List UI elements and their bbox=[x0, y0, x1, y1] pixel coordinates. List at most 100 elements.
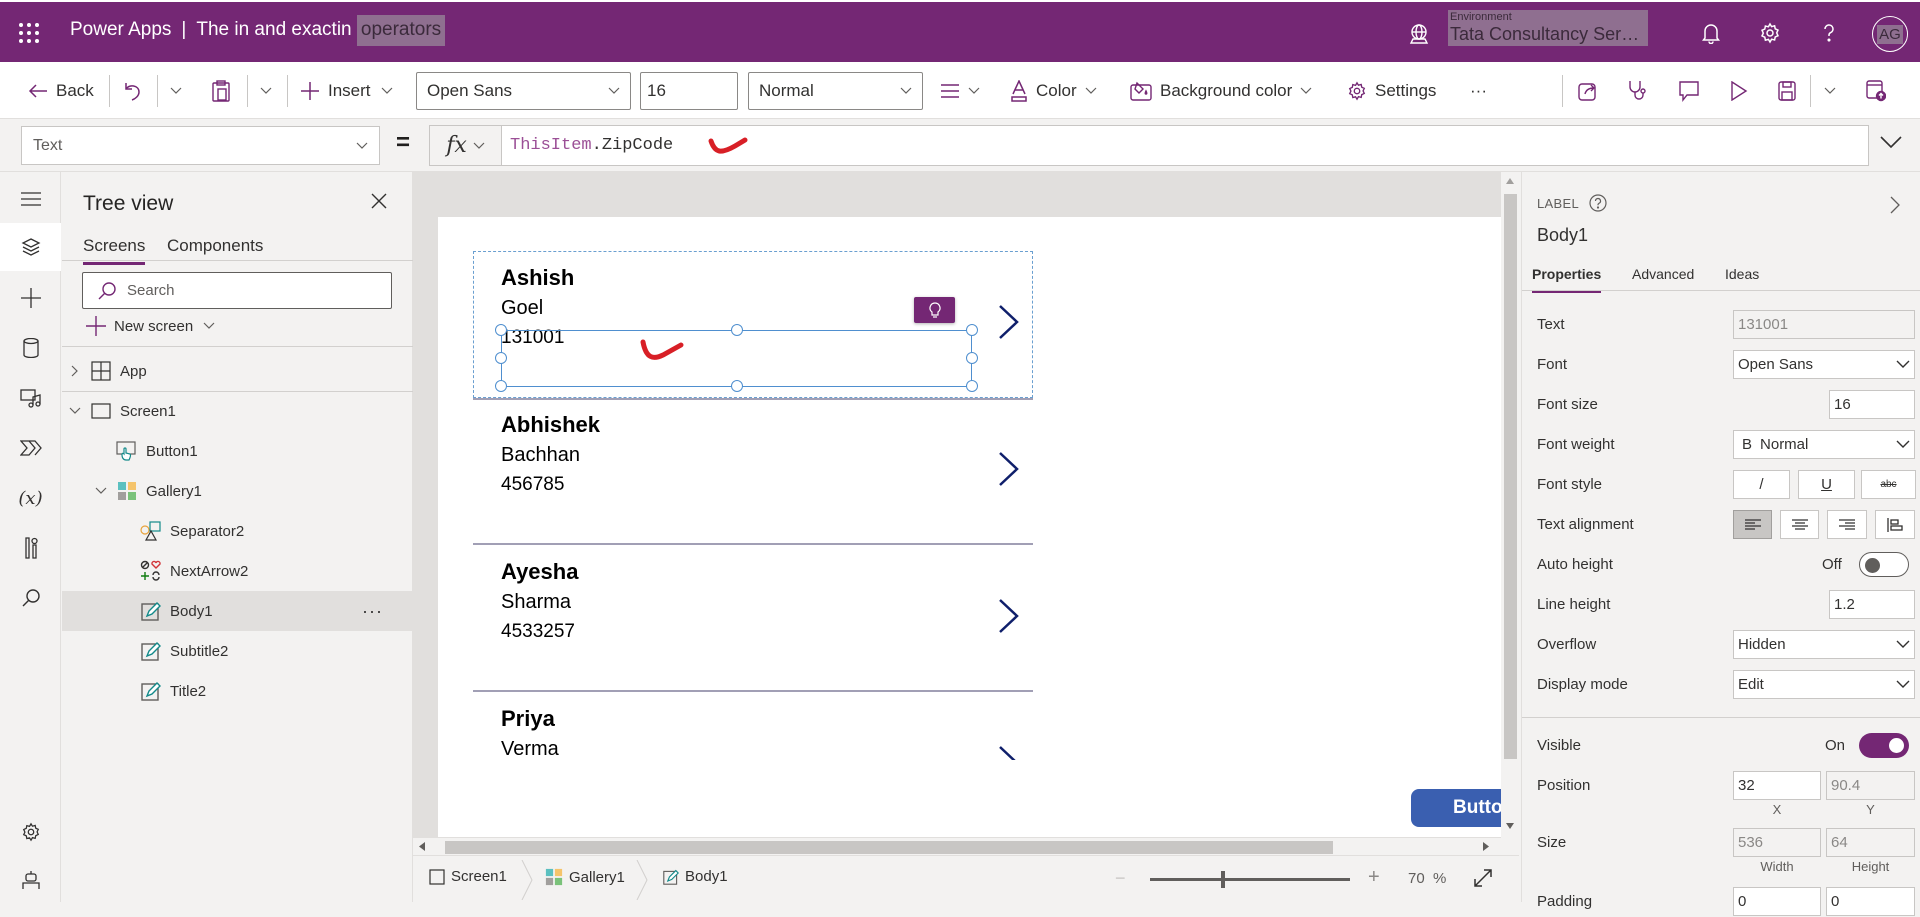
collapse-panel-button[interactable] bbox=[1890, 196, 1900, 214]
vertical-scrollbar[interactable] bbox=[1501, 172, 1519, 837]
scroll-up-icon[interactable] bbox=[1506, 178, 1514, 184]
align-center-button[interactable] bbox=[1780, 510, 1819, 539]
tree-node-title2[interactable]: Title2 bbox=[62, 671, 413, 711]
tree-node-button1[interactable]: Button1 bbox=[62, 431, 413, 471]
resize-handle[interactable] bbox=[731, 324, 743, 336]
environment-icon[interactable] bbox=[1408, 23, 1430, 45]
font-dropdown[interactable]: Open Sans bbox=[1733, 350, 1915, 379]
next-arrow-icon[interactable] bbox=[998, 598, 1020, 634]
selected-control-outline[interactable] bbox=[495, 324, 978, 392]
item-title[interactable]: Priya bbox=[501, 706, 555, 732]
item-body[interactable]: 4533257 bbox=[501, 621, 575, 643]
paste-button[interactable] bbox=[212, 62, 238, 119]
more-commands-button[interactable]: ··· bbox=[1470, 62, 1487, 119]
next-arrow-icon[interactable] bbox=[998, 451, 1020, 487]
background-color-button[interactable]: Background color bbox=[1130, 62, 1320, 119]
tree-node-separator2[interactable]: Separator2 bbox=[62, 511, 413, 551]
gallery-item[interactable]: Priya Verma bbox=[473, 692, 1033, 760]
search-rail-button[interactable] bbox=[0, 574, 61, 622]
media-button[interactable] bbox=[0, 374, 61, 422]
overflow-dropdown[interactable]: Hidden bbox=[1733, 630, 1915, 659]
font-size-field[interactable]: 16 bbox=[1829, 390, 1915, 419]
preview-button[interactable] bbox=[1730, 62, 1756, 119]
tree-node-gallery1[interactable]: Gallery1 bbox=[62, 471, 413, 511]
align-right-button[interactable] bbox=[1827, 510, 1867, 539]
vertical-scroll-thumb[interactable] bbox=[1504, 194, 1517, 759]
waffle-icon[interactable] bbox=[18, 22, 40, 44]
back-button[interactable]: Back bbox=[28, 62, 94, 119]
fx-button[interactable]: fx bbox=[429, 125, 502, 166]
zoom-out-button[interactable]: − bbox=[1115, 868, 1126, 889]
underline-button[interactable]: U bbox=[1798, 470, 1855, 499]
font-weight-dropdown[interactable]: Normal bbox=[748, 72, 923, 110]
resize-handle[interactable] bbox=[495, 380, 507, 392]
item-title[interactable]: Abhishek bbox=[501, 412, 600, 438]
resize-handle[interactable] bbox=[495, 324, 507, 336]
italic-button[interactable]: / bbox=[1733, 470, 1790, 499]
help-icon[interactable] bbox=[1589, 194, 1607, 212]
tree-node-body1[interactable]: Body1 ··· bbox=[62, 591, 413, 631]
scroll-right-icon[interactable] bbox=[1483, 842, 1489, 851]
font-size-input[interactable]: 16 bbox=[640, 72, 738, 110]
line-height-field[interactable]: 1.2 bbox=[1829, 590, 1915, 619]
fit-to-window-button[interactable] bbox=[1473, 868, 1493, 888]
copilot-button[interactable] bbox=[0, 856, 61, 904]
tree-node-screen1[interactable]: Screen1 bbox=[62, 391, 413, 431]
horizontal-scrollbar[interactable] bbox=[413, 837, 1501, 855]
variables-button[interactable]: (x) bbox=[0, 474, 61, 522]
control-name[interactable]: Body1 bbox=[1537, 225, 1588, 246]
next-arrow-icon[interactable] bbox=[998, 745, 1020, 760]
ideas-badge[interactable] bbox=[914, 297, 955, 323]
tab-components[interactable]: Components bbox=[167, 236, 263, 262]
align-justify-button[interactable] bbox=[1875, 510, 1915, 539]
tab-properties[interactable]: Properties bbox=[1532, 266, 1602, 293]
formula-input[interactable]: ThisItem .ZipCode bbox=[501, 125, 1869, 166]
publish-button[interactable] bbox=[1866, 62, 1894, 119]
canvas-button[interactable]: Button bbox=[1411, 789, 1501, 827]
app-screen[interactable]: Ashish Goel 131001 Abhishek Bachhan 4567… bbox=[438, 217, 1501, 837]
breadcrumb-screen1[interactable]: Screen1 bbox=[429, 868, 507, 885]
color-button[interactable]: Color bbox=[1010, 62, 1105, 119]
scroll-left-icon[interactable] bbox=[419, 842, 425, 851]
gear-icon[interactable] bbox=[1759, 22, 1781, 44]
undo-dropdown[interactable] bbox=[170, 62, 190, 119]
insert-button[interactable]: Insert bbox=[300, 62, 401, 119]
settings-button[interactable]: Settings bbox=[1347, 62, 1436, 119]
zoom-in-button[interactable]: + bbox=[1368, 866, 1380, 889]
tab-advanced[interactable]: Advanced bbox=[1632, 266, 1694, 290]
position-x-field[interactable]: 32 bbox=[1733, 771, 1821, 800]
more-options-button[interactable]: ··· bbox=[362, 601, 383, 622]
save-button[interactable] bbox=[1778, 62, 1804, 119]
power-automate-button[interactable] bbox=[0, 424, 61, 472]
position-y-field[interactable]: 90.4 bbox=[1826, 771, 1915, 800]
resize-handle[interactable] bbox=[966, 380, 978, 392]
zoom-slider[interactable] bbox=[1150, 871, 1350, 888]
zoom-slider-handle[interactable] bbox=[1221, 871, 1226, 888]
save-dropdown[interactable] bbox=[1824, 62, 1844, 119]
insert-rail-button[interactable] bbox=[0, 274, 61, 322]
item-body[interactable]: 456785 bbox=[501, 474, 564, 496]
auto-height-toggle[interactable] bbox=[1859, 552, 1909, 577]
horizontal-scroll-thumb[interactable] bbox=[445, 841, 1333, 854]
settings-rail-button[interactable] bbox=[0, 808, 61, 856]
display-mode-dropdown[interactable]: Edit bbox=[1733, 670, 1915, 699]
item-subtitle[interactable]: Bachhan bbox=[501, 444, 580, 467]
expand-formula-bar-button[interactable] bbox=[1880, 135, 1902, 149]
size-height-field[interactable]: 64 bbox=[1826, 828, 1915, 857]
strikethrough-button[interactable]: abc bbox=[1861, 470, 1916, 499]
tab-ideas[interactable]: Ideas bbox=[1725, 266, 1759, 290]
undo-button[interactable] bbox=[124, 62, 150, 119]
share-button[interactable] bbox=[1578, 62, 1606, 119]
gallery-item[interactable]: Abhishek Bachhan 456785 bbox=[473, 398, 1033, 545]
tree-node-app[interactable]: App bbox=[62, 351, 413, 391]
size-width-field[interactable]: 536 bbox=[1733, 828, 1821, 857]
close-tree-view-button[interactable] bbox=[371, 193, 387, 209]
environment-picker[interactable]: Environment Tata Consultancy Servic... bbox=[1448, 10, 1648, 46]
visible-toggle[interactable] bbox=[1859, 733, 1909, 758]
resize-handle[interactable] bbox=[966, 352, 978, 364]
tree-node-nextarrow2[interactable]: NextArrow2 bbox=[62, 551, 413, 591]
align-dropdown[interactable] bbox=[940, 62, 988, 119]
tree-node-subtitle2[interactable]: Subtitle2 bbox=[62, 631, 413, 671]
gallery-item[interactable]: Ayesha Sharma 4533257 bbox=[473, 545, 1033, 692]
item-title[interactable]: Ayesha bbox=[501, 559, 578, 585]
